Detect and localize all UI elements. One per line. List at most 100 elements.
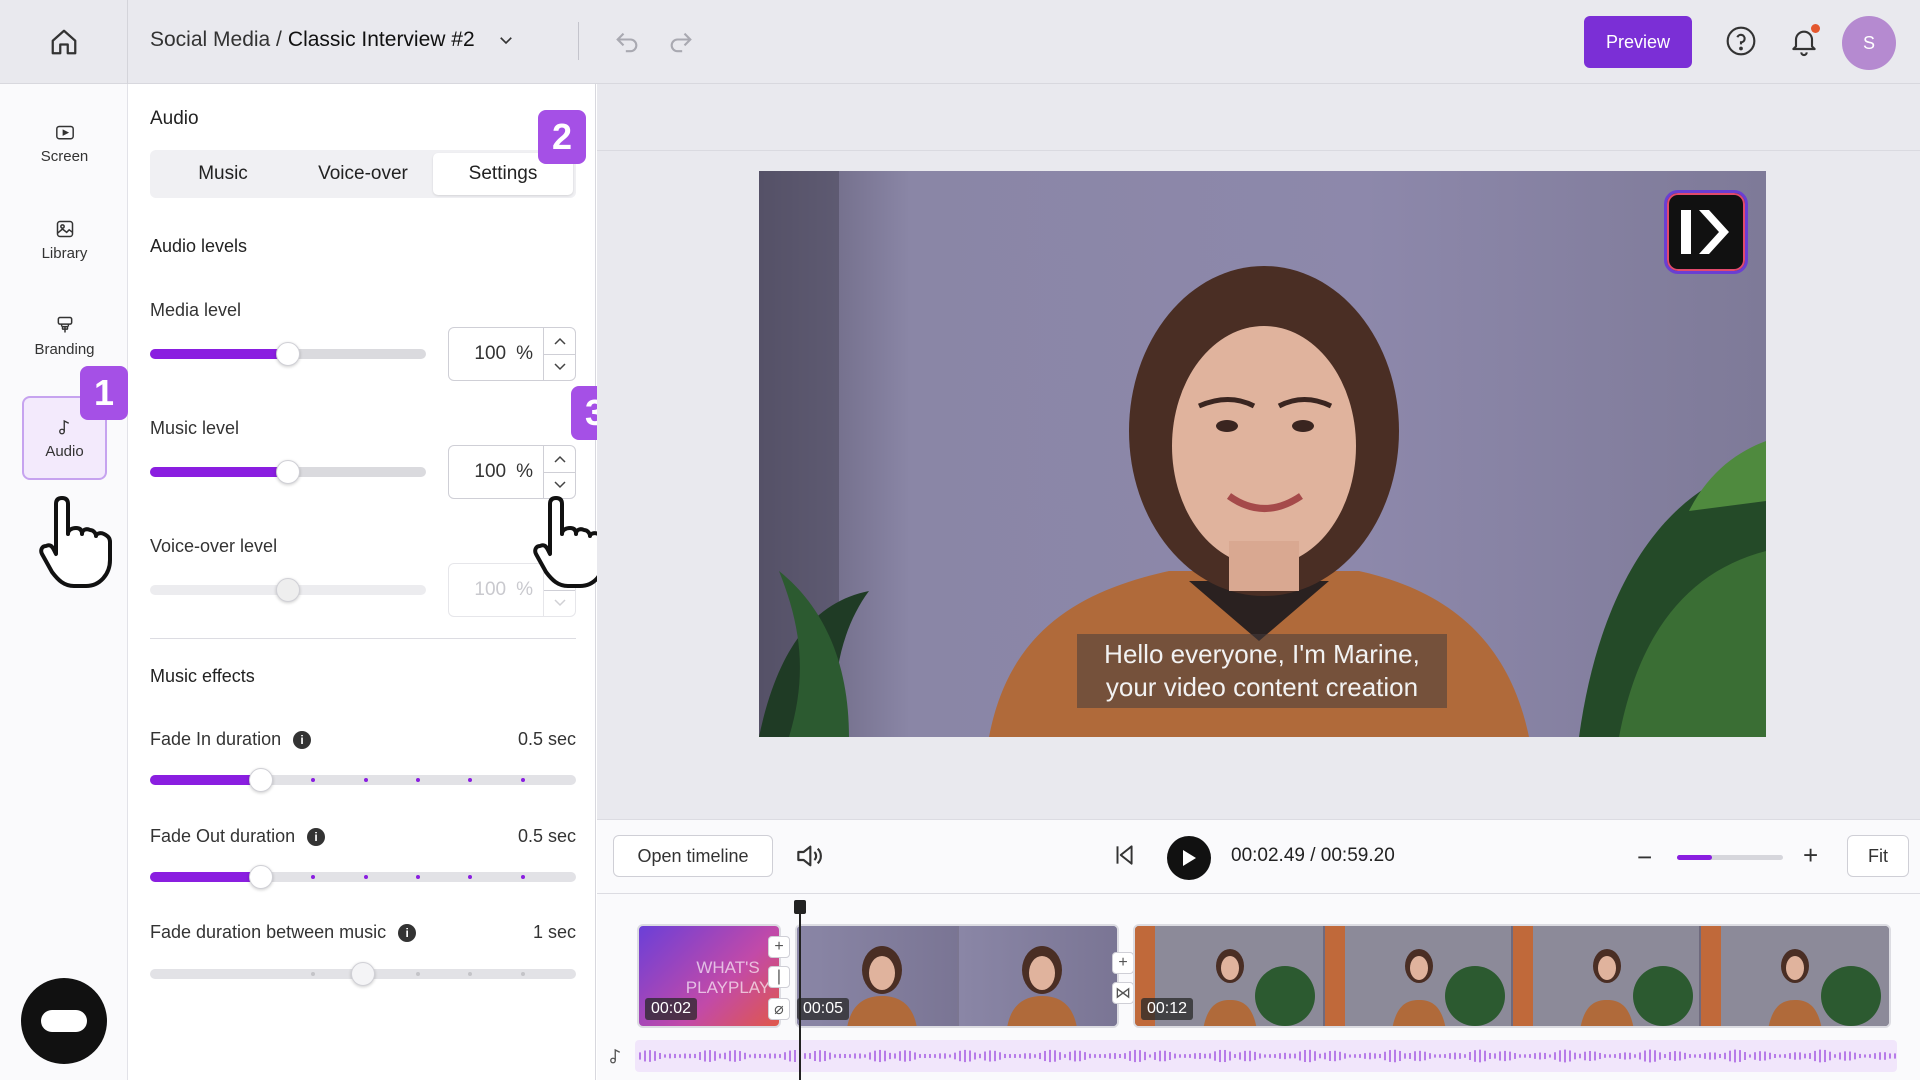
brand-logo-overlay[interactable] — [1664, 190, 1748, 274]
timeline-clip-3[interactable]: 00:12 — [1133, 924, 1891, 1028]
rail-item-screen[interactable]: Screen — [22, 102, 107, 186]
open-timeline-button[interactable]: Open timeline — [613, 835, 773, 877]
slider-handle[interactable] — [351, 962, 375, 986]
fade-between-label: Fade duration between music — [150, 922, 387, 942]
slider-fill — [150, 872, 261, 882]
slider-handle[interactable] — [276, 578, 300, 602]
project-name: Classic Interview #2 — [287, 28, 475, 51]
skip-back-icon — [1116, 845, 1133, 865]
screen-icon — [55, 125, 74, 139]
info-icon[interactable]: i — [398, 923, 417, 942]
add-scene-button[interactable]: + — [768, 936, 790, 958]
hide-icon[interactable]: ⌀ — [768, 998, 790, 1020]
media-level-slider[interactable] — [150, 342, 426, 366]
project-breadcrumb[interactable]: Social Media / Classic Interview #2 — [150, 28, 515, 52]
fit-button[interactable]: Fit — [1847, 835, 1909, 877]
media-level-increment[interactable] — [544, 328, 575, 354]
slider-fill — [150, 349, 288, 359]
play-icon — [1183, 850, 1196, 866]
playhead[interactable] — [799, 902, 801, 1080]
rail-item-library[interactable]: Library — [22, 198, 107, 282]
chevron-up-icon — [553, 455, 566, 463]
redo-icon — [670, 32, 692, 53]
chevron-down-icon — [553, 363, 566, 371]
help-button[interactable] — [1725, 25, 1757, 62]
fade-between-slider[interactable] — [150, 962, 576, 986]
slider-handle[interactable] — [276, 342, 300, 366]
slider-handle[interactable] — [248, 865, 273, 889]
audio-track[interactable] — [635, 1040, 1897, 1072]
slider-tick — [415, 778, 420, 782]
play-button[interactable] — [1167, 836, 1211, 880]
top-bar: Social Media / Classic Interview #2 Prev… — [0, 0, 1920, 84]
chat-icon — [41, 1010, 87, 1032]
subtitle-caption[interactable]: Hello everyone, I'm Marine, your video c… — [1077, 634, 1447, 708]
slider-fill — [1677, 855, 1712, 860]
music-note-icon — [610, 1048, 621, 1064]
home-icon — [51, 29, 76, 55]
voice-over-level-slider[interactable] — [150, 578, 426, 602]
branding-icon — [57, 316, 72, 332]
clip-duration: 00:02 — [645, 998, 698, 1020]
fade-out-value: 0.5 sec — [517, 826, 576, 846]
info-icon[interactable]: i — [307, 827, 326, 846]
music-level-input[interactable]: 100% — [448, 445, 576, 499]
rail-item-label: Screen — [40, 147, 89, 165]
slider-handle[interactable] — [276, 460, 300, 484]
media-level-decrement[interactable] — [544, 353, 575, 381]
clip-thumbnails — [1135, 926, 1889, 1026]
music-level-increment[interactable] — [544, 446, 575, 472]
timeline-zoom-slider[interactable] — [1677, 855, 1783, 860]
audio-levels-heading: Audio levels — [150, 236, 248, 256]
fade-out-label: Fade Out duration — [150, 826, 296, 846]
slider-fill — [150, 467, 288, 477]
panel-title: Audio — [150, 108, 199, 129]
audio-tabs: Music Voice-over Settings — [150, 150, 576, 198]
media-level-label: Media level — [150, 300, 242, 320]
info-icon[interactable]: i — [293, 730, 312, 749]
voice-over-level-decrement[interactable] — [544, 589, 575, 617]
undo-icon — [616, 32, 638, 53]
clip-thumbnail-person — [847, 946, 917, 1026]
chevron-up-icon — [553, 337, 566, 345]
timeline-clip-2[interactable]: 00:05 — [795, 924, 1119, 1028]
voice-over-level-value: 100 — [474, 579, 507, 600]
zoom-out-button[interactable]: − — [1637, 842, 1652, 873]
slider-tick — [520, 778, 525, 782]
clip-duration: 00:05 — [797, 998, 850, 1020]
slider-tick — [415, 875, 420, 879]
fade-in-value: 0.5 sec — [517, 729, 576, 749]
slider-tick — [311, 875, 316, 879]
home-button[interactable] — [0, 0, 128, 84]
step-badge-2: 2 — [538, 110, 586, 164]
timeline-clip-intro[interactable]: WHAT'S PLAYPLAY 00:02 — [637, 924, 781, 1028]
slider-handle[interactable] — [248, 768, 273, 792]
help-icon — [1726, 26, 1756, 56]
preview-button[interactable]: Preview — [1584, 16, 1692, 68]
slider-tick — [363, 875, 368, 879]
tab-music[interactable]: Music — [153, 153, 293, 195]
music-level-slider[interactable] — [150, 460, 426, 484]
media-level-input[interactable]: 100% — [448, 327, 576, 381]
transition-button[interactable]: | — [768, 966, 790, 988]
percent-unit: % — [516, 461, 533, 482]
fade-in-row: Fade In duration i 0.5 sec — [150, 729, 576, 750]
zoom-in-button[interactable]: + — [1803, 840, 1818, 871]
library-icon — [56, 220, 73, 237]
fade-in-slider[interactable] — [150, 768, 576, 792]
hand-cursor-icon — [39, 496, 112, 588]
redo-button[interactable] — [664, 26, 698, 60]
audio-waveform — [639, 1049, 1896, 1063]
volume-button[interactable] — [793, 840, 825, 877]
tab-voice-over[interactable]: Voice-over — [293, 153, 433, 195]
add-scene-button[interactable]: + — [1112, 952, 1134, 974]
skip-to-start-button[interactable] — [1111, 842, 1137, 873]
rail-item-label: Audio — [45, 442, 84, 460]
avatar[interactable]: S — [1842, 16, 1896, 70]
undo-button[interactable] — [610, 26, 644, 60]
slider-tick — [311, 972, 316, 976]
fade-out-slider[interactable] — [150, 865, 576, 889]
chat-support-button[interactable] — [21, 978, 107, 1064]
transition-button[interactable]: ⋈ — [1112, 982, 1134, 1004]
fade-out-row: Fade Out duration i 0.5 sec — [150, 826, 576, 847]
